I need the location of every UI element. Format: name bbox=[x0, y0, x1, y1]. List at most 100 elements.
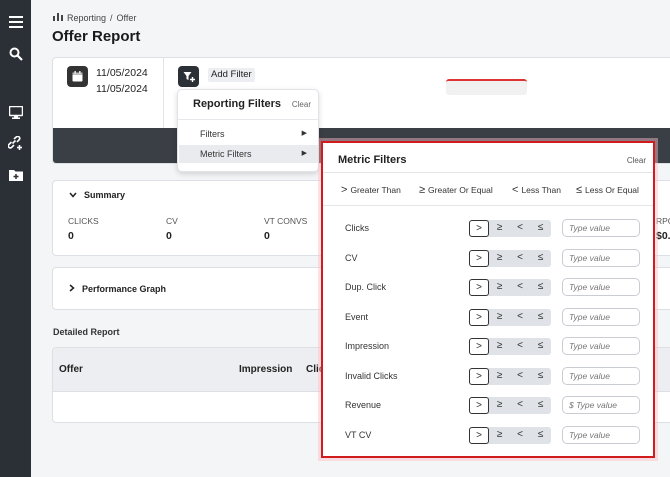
filter-row-label: Dup. Click bbox=[345, 282, 387, 292]
value-input[interactable] bbox=[562, 249, 640, 267]
date-end[interactable]: 11/05/2024 bbox=[96, 83, 148, 95]
operator-button[interactable]: < bbox=[510, 397, 530, 414]
operator-button[interactable]: < bbox=[510, 368, 530, 385]
run-report-button[interactable] bbox=[446, 79, 527, 95]
metric-value: 0 bbox=[264, 230, 270, 242]
date-start[interactable]: 11/05/2024 bbox=[96, 67, 148, 79]
operator-button[interactable]: ≥ bbox=[490, 427, 510, 444]
summary-title: Summary bbox=[84, 190, 126, 200]
folder-add-icon[interactable] bbox=[6, 165, 25, 184]
metric-value: 0 bbox=[166, 230, 172, 242]
metric-label: RPC bbox=[656, 216, 670, 226]
operator-button[interactable]: ≤ bbox=[531, 397, 551, 414]
value-input[interactable] bbox=[562, 426, 640, 444]
panel-title: Metric Filters bbox=[338, 154, 407, 166]
menu-item-label: Filters bbox=[200, 129, 225, 139]
filter-row-label: Event bbox=[345, 312, 369, 322]
performance-title: Performance Graph bbox=[82, 284, 167, 294]
column-header[interactable]: Impression bbox=[239, 364, 292, 375]
operator-button[interactable]: > bbox=[469, 368, 489, 385]
breadcrumb-root[interactable]: Reporting bbox=[67, 13, 106, 23]
page-title: Offer Report bbox=[52, 28, 141, 45]
metric-value: $0. bbox=[656, 230, 670, 242]
calendar-icon[interactable] bbox=[67, 66, 88, 87]
operator-button[interactable]: < bbox=[510, 309, 530, 326]
operator-button[interactable]: < bbox=[510, 338, 530, 355]
operator-button[interactable]: > bbox=[469, 338, 489, 355]
operator-button[interactable]: < bbox=[510, 250, 530, 267]
operator-button[interactable]: ≥ bbox=[490, 397, 510, 414]
menu-item-metric-filters[interactable]: Metric Filters ▶ bbox=[179, 145, 318, 163]
reporting-filters-dropdown: Reporting Filters Clear Filters ▶ Metric… bbox=[177, 89, 319, 172]
operator-button[interactable]: ≥ bbox=[490, 368, 510, 385]
operator-button[interactable]: > bbox=[469, 427, 489, 444]
chevron-right-icon bbox=[69, 284, 75, 294]
chevron-right-icon: ▶ bbox=[301, 150, 307, 157]
chevron-down-icon bbox=[69, 190, 77, 200]
panel-clear-button[interactable]: Clear bbox=[627, 156, 646, 165]
filter-row-label: Clicks bbox=[345, 223, 369, 233]
reporting-icon bbox=[53, 12, 63, 23]
operator-button[interactable]: ≤ bbox=[531, 338, 551, 355]
breadcrumb-separator: / bbox=[110, 12, 113, 23]
menu-item-filters[interactable]: Filters ▶ bbox=[179, 125, 318, 143]
operator-button[interactable]: > bbox=[469, 279, 489, 296]
link-add-icon[interactable] bbox=[6, 134, 25, 153]
operator-toggle-group: > ≥ < ≤ bbox=[469, 250, 551, 267]
operator-button[interactable]: ≤ bbox=[531, 427, 551, 444]
metric-label: CV bbox=[166, 216, 178, 226]
summary-header[interactable]: Summary bbox=[69, 190, 125, 200]
operator-button[interactable]: > bbox=[469, 220, 489, 237]
value-input[interactable] bbox=[562, 278, 640, 296]
legend-greater-than: > Greater Than bbox=[341, 184, 401, 196]
dropdown-clear-button[interactable]: Clear bbox=[292, 100, 311, 109]
legend-less-or-equal: ≤ Less Or Equal bbox=[576, 184, 639, 196]
column-header[interactable]: Offer bbox=[59, 364, 83, 375]
operator-button[interactable]: ≥ bbox=[490, 309, 510, 326]
divider bbox=[323, 172, 653, 173]
operator-toggle-group: > ≥ < ≤ bbox=[469, 427, 551, 444]
value-input[interactable] bbox=[562, 308, 640, 326]
operator-button[interactable]: ≥ bbox=[490, 338, 510, 355]
operator-button[interactable]: ≥ bbox=[490, 220, 510, 237]
metric-label: CLICKS bbox=[68, 216, 99, 226]
filter-add-icon[interactable] bbox=[178, 66, 199, 87]
operator-toggle-group: > ≥ < ≤ bbox=[469, 338, 551, 355]
add-filter-button[interactable]: Add Filter bbox=[208, 68, 255, 82]
operator-button[interactable]: < bbox=[510, 427, 530, 444]
operator-toggle-group: > ≥ < ≤ bbox=[469, 397, 551, 414]
value-input[interactable] bbox=[562, 367, 640, 385]
operator-button[interactable]: ≤ bbox=[531, 368, 551, 385]
operator-toggle-group: > ≥ < ≤ bbox=[469, 220, 551, 237]
operator-button[interactable]: > bbox=[469, 250, 489, 267]
operator-button[interactable]: > bbox=[469, 397, 489, 414]
value-input[interactable] bbox=[562, 396, 640, 414]
dropdown-title: Reporting Filters bbox=[193, 98, 282, 110]
menu-icon[interactable] bbox=[6, 12, 25, 31]
legend-label: Greater Than bbox=[350, 185, 401, 195]
filter-row-label: CV bbox=[345, 253, 358, 263]
filter-row-label: Impression bbox=[345, 341, 390, 351]
sidebar bbox=[0, 0, 31, 477]
operator-button[interactable]: ≤ bbox=[531, 220, 551, 237]
operator-button[interactable]: ≥ bbox=[490, 250, 510, 267]
operator-button[interactable]: < bbox=[510, 220, 530, 237]
performance-header[interactable]: Performance Graph bbox=[69, 284, 166, 294]
operator-button[interactable]: ≤ bbox=[531, 279, 551, 296]
legend-symbol: ≤ bbox=[576, 184, 583, 196]
search-icon[interactable] bbox=[6, 44, 25, 63]
value-input[interactable] bbox=[562, 219, 640, 237]
divider bbox=[178, 119, 318, 120]
operator-button[interactable]: > bbox=[469, 309, 489, 326]
legend-symbol: > bbox=[341, 184, 348, 196]
monitor-icon[interactable] bbox=[6, 103, 25, 122]
metric-filters-panel: Metric Filters Clear > Greater Than ≥ Grea… bbox=[321, 141, 655, 458]
value-input[interactable] bbox=[562, 337, 640, 355]
operator-button[interactable]: ≥ bbox=[490, 279, 510, 296]
operator-button[interactable]: ≤ bbox=[531, 250, 551, 267]
divider bbox=[163, 58, 164, 128]
breadcrumb: Reporting / Offer bbox=[53, 12, 136, 23]
operator-button[interactable]: ≤ bbox=[531, 309, 551, 326]
operator-button[interactable]: < bbox=[510, 279, 530, 296]
filter-row-label: Invalid Clicks bbox=[345, 371, 398, 381]
